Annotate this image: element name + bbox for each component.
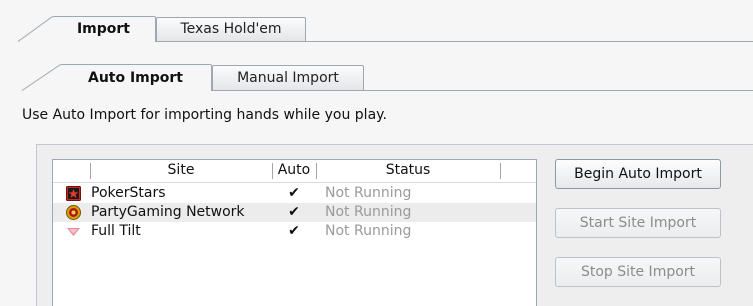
pokerstars-icon bbox=[66, 186, 81, 201]
site-status: Not Running bbox=[325, 204, 412, 220]
site-name: Full Tilt bbox=[91, 223, 141, 239]
column-header-site[interactable]: Site bbox=[91, 160, 271, 182]
site-status: Not Running bbox=[325, 185, 412, 201]
stop-site-import-button[interactable]: Stop Site Import bbox=[555, 257, 721, 287]
start-site-import-button[interactable]: Start Site Import bbox=[555, 208, 721, 238]
auto-checkbox[interactable]: ✔ bbox=[284, 184, 304, 203]
tab-auto-import[interactable]: Auto Import bbox=[60, 64, 212, 91]
begin-auto-import-button[interactable]: Begin Auto Import bbox=[555, 159, 721, 189]
header-separator[interactable] bbox=[500, 163, 501, 179]
auto-checkbox[interactable]: ✔ bbox=[284, 203, 304, 222]
partygaming-icon bbox=[66, 205, 81, 220]
list-item[interactable]: PartyGaming Network ✔ Not Running bbox=[53, 203, 536, 222]
tab-texas-holdem[interactable]: Texas Hold'em bbox=[156, 17, 306, 41]
auto-checkbox[interactable]: ✔ bbox=[284, 222, 304, 241]
site-name: PokerStars bbox=[91, 185, 166, 201]
column-header-status[interactable]: Status bbox=[317, 160, 499, 182]
site-status: Not Running bbox=[325, 223, 412, 239]
fulltilt-icon bbox=[67, 228, 80, 236]
column-header-auto[interactable]: Auto bbox=[273, 160, 315, 182]
tab-import[interactable]: Import bbox=[52, 16, 156, 42]
import-window: Import Texas Hold'em Auto Import Manual … bbox=[0, 0, 753, 306]
list-item[interactable]: PokerStars ✔ Not Running bbox=[53, 184, 536, 203]
site-name: PartyGaming Network bbox=[91, 204, 245, 220]
list-item[interactable]: Full Tilt ✔ Not Running bbox=[53, 222, 536, 241]
top-tab-slant bbox=[17, 16, 54, 42]
site-list[interactable]: Site Auto Status PokerStars ✔ Not Runnin… bbox=[52, 159, 537, 306]
auto-import-description: Use Auto Import for importing hands whil… bbox=[22, 107, 387, 123]
sub-tab-slant bbox=[21, 64, 62, 91]
list-header: Site Auto Status bbox=[53, 160, 536, 183]
tab-manual-import[interactable]: Manual Import bbox=[212, 65, 364, 90]
